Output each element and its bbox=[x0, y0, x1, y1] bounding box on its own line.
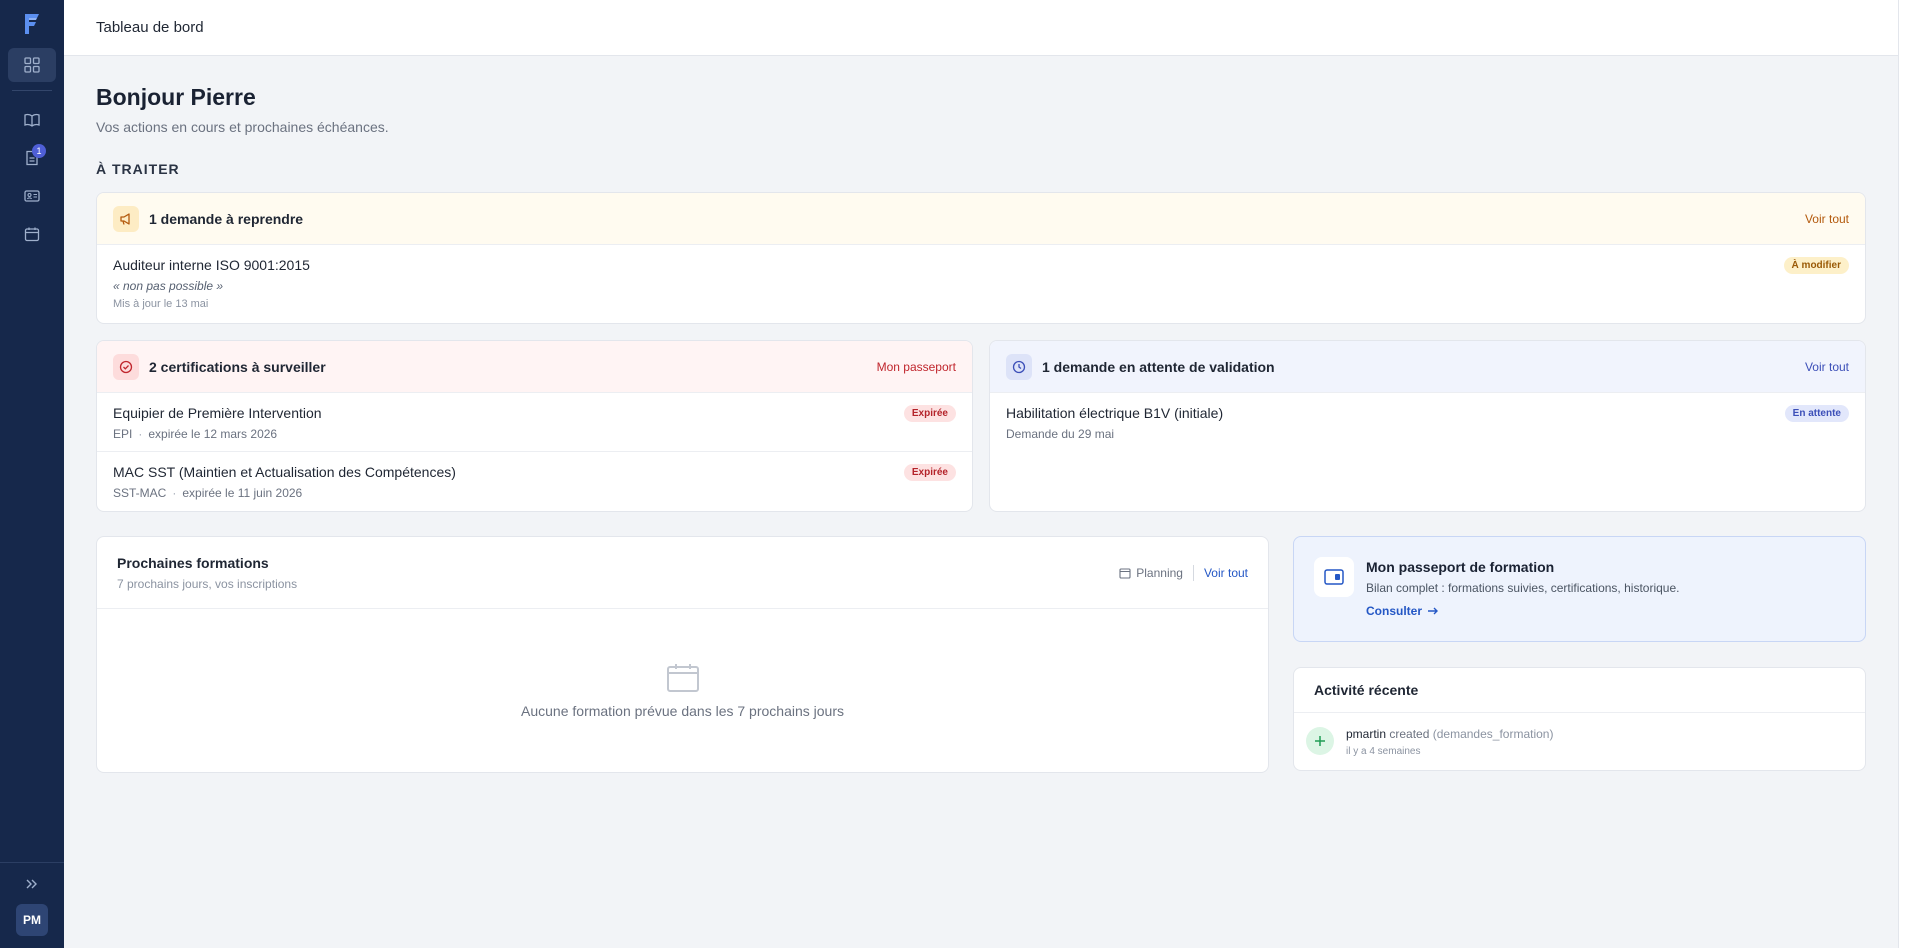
item-expiry: expirée le 11 juin 2026 bbox=[182, 486, 303, 500]
list-item[interactable]: Auditeur interne ISO 9001:2015 « non pas… bbox=[97, 245, 1865, 320]
item-code: SST-MAC bbox=[113, 486, 167, 500]
activity-action: created bbox=[1389, 727, 1430, 741]
user-avatar[interactable]: PM bbox=[16, 904, 48, 936]
item-title: Equipier de Première Intervention bbox=[113, 405, 322, 421]
passport-title: Mon passeport de formation bbox=[1366, 559, 1555, 575]
card-activity: Activité récente pmartin created (demand… bbox=[1293, 667, 1866, 771]
voir-tout-link[interactable]: Voir tout bbox=[1204, 566, 1248, 580]
passport-description: Bilan complet : formations suivies, cert… bbox=[1366, 581, 1680, 595]
consulter-link[interactable]: Consulter bbox=[1366, 604, 1439, 618]
list-item[interactable]: Equipier de Première Intervention EPI · ex… bbox=[97, 393, 972, 451]
item-updated: Mis à jour le 13 mai bbox=[113, 298, 209, 310]
nav-dashboard[interactable] bbox=[8, 48, 56, 82]
check-circle-icon bbox=[113, 353, 139, 380]
item-title: Habilitation électrique B1V (initiale) bbox=[1006, 405, 1224, 421]
book-icon bbox=[24, 113, 40, 127]
item-title: Auditeur interne ISO 9001:2015 bbox=[113, 257, 310, 273]
card-title: 1 demande en attente de validation bbox=[1042, 358, 1275, 375]
voir-tout-link[interactable]: Voir tout bbox=[1805, 360, 1849, 374]
status-badge: Expirée bbox=[903, 464, 956, 481]
topbar: Tableau de bord bbox=[64, 0, 1898, 56]
section-title: À TRAITER bbox=[96, 161, 180, 177]
passport-icon bbox=[1314, 557, 1354, 597]
logo-icon bbox=[25, 14, 39, 34]
empty-calendar-icon bbox=[666, 664, 699, 692]
nav-divider bbox=[12, 90, 52, 91]
plus-icon bbox=[1306, 727, 1334, 755]
nav-catalog[interactable] bbox=[8, 103, 56, 137]
sidebar: 1 PM bbox=[0, 0, 64, 948]
card-title: 1 demande à reprendre bbox=[149, 210, 304, 227]
calendar-icon bbox=[24, 227, 40, 242]
mon-passeport-link[interactable]: Mon passeport bbox=[877, 360, 956, 374]
planning-button[interactable]: Planning bbox=[1119, 566, 1183, 580]
item-expiry: expirée le 12 mars 2026 bbox=[148, 427, 278, 441]
arrow-right-icon bbox=[1428, 607, 1439, 615]
expand-sidebar-button[interactable] bbox=[0, 862, 64, 896]
main-content: Bonjour Pierre Vos actions en cours et p… bbox=[96, 56, 1866, 177]
card-header: 1 demande à reprendre Voir tout bbox=[97, 193, 1865, 245]
calendar-icon bbox=[1119, 568, 1131, 579]
status-badge: Expirée bbox=[903, 405, 956, 422]
empty-state: Aucune formation prévue dans les 7 proch… bbox=[97, 609, 1268, 772]
card-header: 1 demande en attente de validation Voir … bbox=[990, 341, 1865, 393]
app-logo[interactable] bbox=[0, 0, 64, 48]
card-prochaines-formations: Prochaines formations 7 prochains jours,… bbox=[96, 536, 1269, 773]
card-validation: 1 demande en attente de validation Voir … bbox=[989, 340, 1866, 512]
consulter-label: Consulter bbox=[1366, 604, 1423, 618]
id-card-icon bbox=[24, 190, 40, 202]
status-badge: À modifier bbox=[1783, 257, 1849, 274]
card-certifications: 2 certifications à surveiller Mon passep… bbox=[96, 340, 973, 512]
item-detail: SST-MAC · expirée le 11 juin 2026 bbox=[113, 486, 303, 500]
nav-calendar[interactable] bbox=[8, 217, 56, 251]
notification-badge: 1 bbox=[32, 144, 46, 158]
megaphone-icon bbox=[113, 205, 139, 232]
activity-time: il y a 4 semaines bbox=[1346, 746, 1421, 757]
activity-user: pmartin bbox=[1346, 727, 1387, 741]
planning-label: Planning bbox=[1136, 566, 1183, 580]
card-actions: Planning Voir tout bbox=[1119, 565, 1248, 581]
item-date: Demande du 29 mai bbox=[1006, 427, 1115, 441]
grid-icon bbox=[24, 57, 40, 73]
list-item[interactable]: Habilitation électrique B1V (initiale) D… bbox=[990, 393, 1865, 451]
status-badge: En attente bbox=[1784, 405, 1849, 422]
card-passport[interactable]: Mon passeport de formation Bilan complet… bbox=[1293, 536, 1866, 642]
activity-item[interactable]: pmartin created (demandes_formation) il … bbox=[1294, 713, 1865, 770]
greeting-subtitle: Vos actions en cours et prochaines échéa… bbox=[96, 119, 389, 135]
card-header: 2 certifications à surveiller Mon passep… bbox=[97, 341, 972, 393]
card-demandes-reprendre: 1 demande à reprendre Voir tout Auditeur… bbox=[96, 192, 1866, 324]
page-title: Tableau de bord bbox=[96, 19, 204, 36]
card-header: Prochaines formations 7 prochains jours,… bbox=[97, 537, 1268, 609]
clock-icon bbox=[1006, 353, 1032, 380]
chevrons-right-icon bbox=[26, 879, 37, 888]
card-title: Prochaines formations bbox=[117, 555, 269, 571]
card-title: Activité récente bbox=[1294, 668, 1865, 713]
greeting-heading: Bonjour Pierre bbox=[96, 84, 256, 110]
right-edge bbox=[1898, 0, 1912, 948]
card-subtitle: 7 prochains jours, vos inscriptions bbox=[117, 577, 298, 591]
divider bbox=[1192, 565, 1194, 581]
item-comment: « non pas possible » bbox=[113, 279, 224, 293]
nav-demandes[interactable]: 1 bbox=[8, 141, 56, 175]
list-item[interactable]: MAC SST (Maintien et Actualisation des C… bbox=[97, 451, 972, 510]
item-title: MAC SST (Maintien et Actualisation des C… bbox=[113, 464, 456, 480]
activity-text: pmartin created (demandes_formation) bbox=[1346, 727, 1553, 741]
item-detail: EPI · expirée le 12 mars 2026 bbox=[113, 427, 278, 441]
item-code: EPI bbox=[113, 427, 133, 441]
card-title: 2 certifications à surveiller bbox=[149, 358, 326, 375]
nav-passport[interactable] bbox=[8, 179, 56, 213]
empty-state-text: Aucune formation prévue dans les 7 proch… bbox=[521, 703, 844, 719]
activity-target: (demandes_formation) bbox=[1432, 727, 1554, 741]
voir-tout-link[interactable]: Voir tout bbox=[1805, 212, 1849, 226]
